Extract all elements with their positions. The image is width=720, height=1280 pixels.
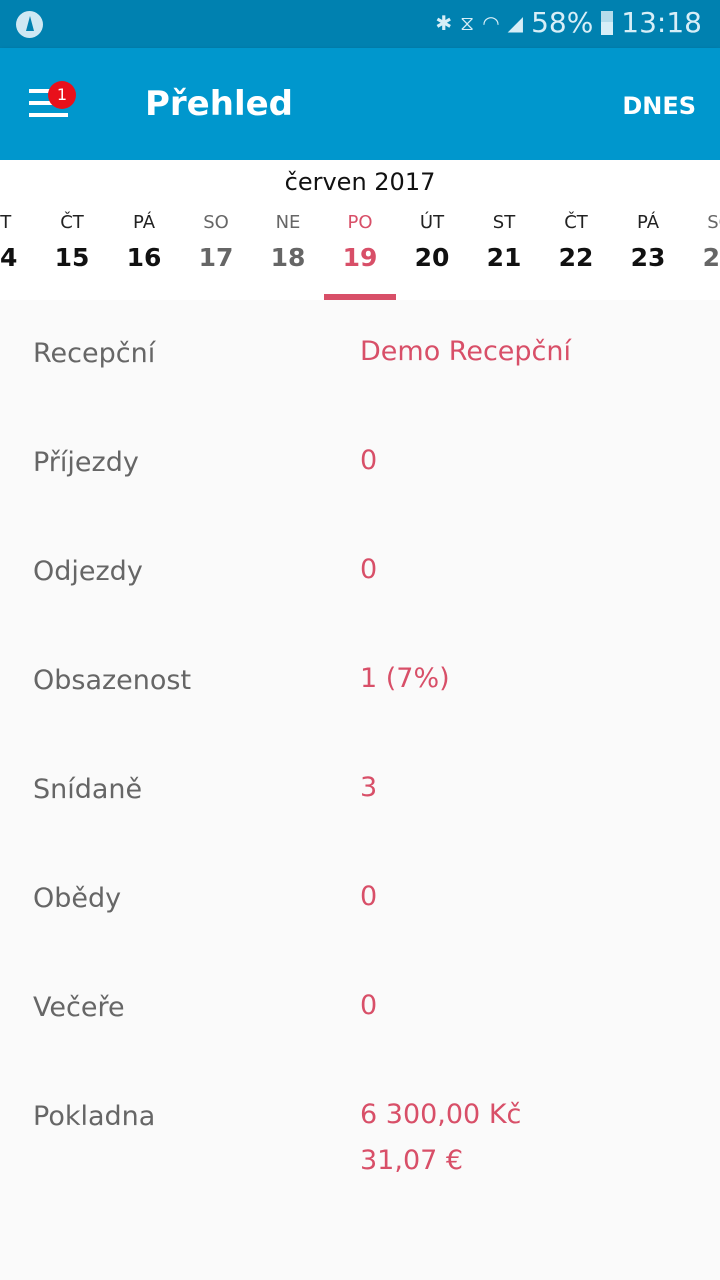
vibrate-icon: ⧖ (460, 10, 475, 35)
overview-row: Snídaně 3 (0, 736, 720, 845)
overview-row: Recepční Demo Recepční (0, 300, 720, 409)
day-name: ČT (564, 212, 588, 233)
row-label: Pokladna (33, 1101, 156, 1132)
overview-list: Recepční Demo Recepční Příjezdy 0 Odjezdy 0 Ob… (0, 300, 720, 1176)
app-logo-icon (16, 11, 43, 38)
calendar-day[interactable]: SO 17 (180, 212, 252, 272)
day-name: PO (347, 212, 373, 233)
row-value: 6 300,00 Kč (360, 1099, 522, 1130)
row-value: 0 (360, 445, 378, 476)
calendar-day[interactable]: ST 14 (0, 212, 36, 272)
row-label: Snídaně (33, 774, 143, 805)
row-label: Obsazenost (33, 665, 192, 696)
day-number: 21 (486, 243, 522, 272)
wifi-icon: ◠ (482, 10, 500, 35)
battery-icon (601, 10, 614, 35)
clock: 13:18 (621, 6, 702, 39)
overview-row: Obsazenost 1 (7%) (0, 627, 720, 736)
row-value: 0 (360, 990, 378, 1021)
notification-badge: 1 (48, 81, 76, 109)
month-label: červen 2017 (284, 168, 436, 196)
row-value: 3 (360, 772, 378, 803)
day-name: SO (707, 212, 720, 233)
calendar-day[interactable]: PO 19 (324, 212, 396, 272)
battery-percent: 58% (531, 6, 594, 39)
calendar-day[interactable]: PÁ 23 (612, 212, 684, 272)
row-label: Obědy (33, 883, 122, 914)
day-number: 20 (414, 243, 450, 272)
overview-row: Odjezdy 0 (0, 518, 720, 627)
row-value: 0 (360, 554, 378, 585)
day-number: 15 (54, 243, 90, 272)
row-value: 1 (7%) (360, 663, 450, 694)
calendar-day[interactable]: NE 18 (252, 212, 324, 272)
row-label: Recepční (33, 338, 156, 369)
day-number: 17 (198, 243, 234, 272)
day-name: SO (203, 212, 229, 233)
app-bar: 1 Přehled DNES (0, 48, 720, 160)
day-name: PÁ (636, 212, 660, 233)
calendar-strip: červen 2017 ST 14 ČT 15 PÁ 16 SO 17 NE 18 PO 19 ÚT 20… (0, 160, 720, 300)
day-name: NE (275, 212, 301, 233)
day-number: 23 (630, 243, 666, 272)
day-number: 19 (342, 243, 378, 272)
day-name: ST (492, 212, 516, 233)
day-name: ČT (60, 212, 84, 233)
page-title: Přehled (145, 84, 294, 124)
calendar-day[interactable]: ČT 15 (36, 212, 108, 272)
overview-row: Večeře 0 (0, 954, 720, 1063)
day-number: 18 (270, 243, 306, 272)
day-name: PÁ (132, 212, 156, 233)
row-value-secondary: 31,07 € (360, 1145, 464, 1176)
row-label: Večeře (33, 992, 125, 1023)
overview-row: Příjezdy 0 (0, 409, 720, 518)
calendar-day[interactable]: SO 24 (684, 212, 720, 272)
overview-row: Pokladna 6 300,00 Kč 31,07 € (0, 1063, 720, 1176)
row-label: Příjezdy (33, 447, 139, 478)
today-button[interactable]: DNES (622, 92, 696, 120)
day-number: 16 (126, 243, 162, 272)
day-number: 14 (0, 243, 18, 272)
overview-row: Obědy 0 (0, 845, 720, 954)
day-name: ST (0, 212, 12, 233)
calendar-day[interactable]: PÁ 16 (108, 212, 180, 272)
calendar-day[interactable]: ČT 22 (540, 212, 612, 272)
row-value: Demo Recepční (360, 336, 572, 367)
day-name: ÚT (419, 212, 445, 233)
day-number: 24 (702, 243, 720, 272)
day-number: 22 (558, 243, 594, 272)
calendar-day[interactable]: ÚT 20 (396, 212, 468, 272)
bluetooth-icon: ✱ (435, 10, 453, 35)
calendar-day[interactable]: ST 21 (468, 212, 540, 272)
row-value: 0 (360, 881, 378, 912)
row-label: Odjezdy (33, 556, 143, 587)
status-bar: ✱ ⧖ ◠ ◢ 58% 13:18 (0, 0, 720, 48)
signal-icon: ◢ (507, 10, 524, 35)
